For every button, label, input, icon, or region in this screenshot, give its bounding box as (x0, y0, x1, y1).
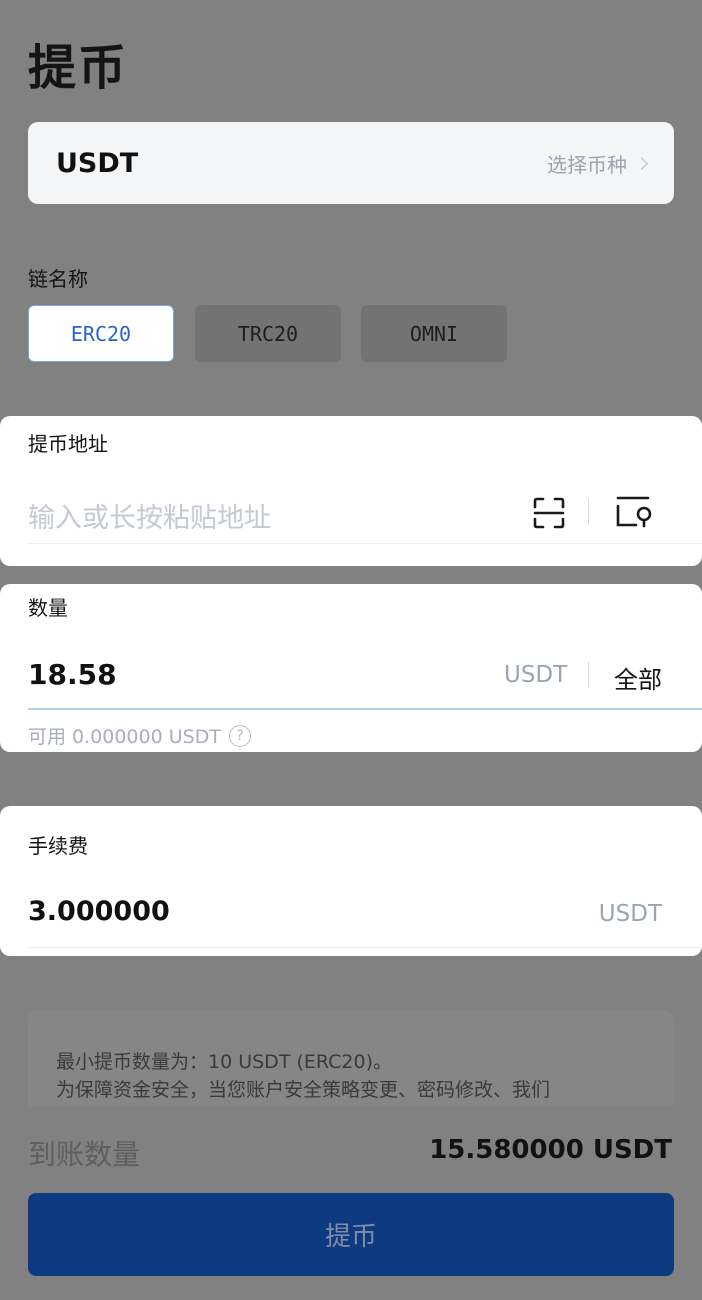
available-balance: 可用 0.000000 USDT ? (28, 722, 251, 749)
coin-selector[interactable]: USDT 选择币种 (28, 122, 674, 204)
page-title: 提币 (28, 40, 129, 96)
available-text: 可用 0.000000 USDT (28, 726, 221, 748)
receive-amount-value: 15.580000 USDT (429, 1135, 672, 1165)
amount-label: 数量 (28, 596, 68, 620)
selected-coin: USDT (56, 147, 139, 179)
withdraw-notice: 最小提币数量为：10 USDT (ERC20)。 为保障资金安全，当您账户安全策… (28, 1010, 674, 1106)
fee-unit: USDT (598, 901, 662, 927)
receive-amount-label: 到账数量 (28, 1138, 141, 1171)
all-button[interactable]: 全部 (614, 660, 662, 695)
fee-panel: 手续费 3.000000 USDT (0, 806, 702, 956)
chain-option-trc20[interactable]: TRC20 (195, 305, 341, 362)
address-panel: 提币地址 输入或长按粘贴地址 (0, 416, 702, 566)
select-coin-label: 选择币种 (547, 152, 627, 177)
address-book-icon[interactable] (614, 494, 654, 530)
address-input[interactable]: 输入或长按粘贴地址 (28, 496, 271, 535)
notice-line: 最小提币数量为：10 USDT (ERC20)。 (56, 1051, 392, 1073)
chevron-right-icon (635, 156, 648, 170)
chain-label: 链名称 (28, 267, 88, 291)
notice-line: 为保障资金安全，当您账户安全策略变更、密码修改、我们 (56, 1079, 551, 1101)
amount-underline (28, 708, 702, 710)
chain-option-erc20[interactable]: ERC20 (28, 305, 174, 362)
divider (588, 662, 589, 688)
scan-icon[interactable] (532, 496, 566, 530)
help-icon[interactable]: ? (228, 724, 251, 747)
fee-value: 3.000000 (28, 896, 170, 927)
select-coin-link[interactable]: 选择币种 (547, 149, 648, 178)
divider (588, 498, 589, 524)
amount-panel: 数量 18.58 USDT 全部 可用 0.000000 USDT ? (0, 584, 702, 752)
amount-unit: USDT (504, 662, 568, 688)
chain-option-omni[interactable]: OMNI (361, 305, 507, 362)
divider (28, 543, 702, 544)
address-label: 提币地址 (28, 432, 108, 456)
amount-input[interactable]: 18.58 (28, 658, 117, 691)
divider (28, 947, 702, 948)
fee-label: 手续费 (28, 834, 88, 858)
withdraw-button[interactable]: 提币 (28, 1193, 674, 1276)
